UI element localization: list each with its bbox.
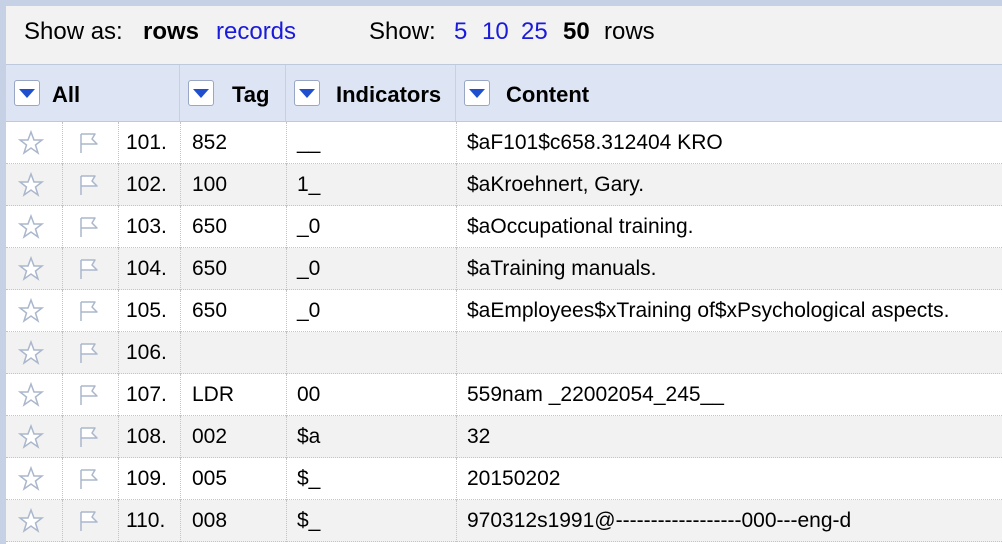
content-cell: $aOccupational training. xyxy=(467,215,694,238)
row-index: 102. xyxy=(126,173,167,196)
row-index: 101. xyxy=(126,131,167,154)
star-icon[interactable] xyxy=(18,214,44,240)
indicators-cell: _0 xyxy=(297,215,321,238)
star-icon[interactable] xyxy=(18,424,44,450)
flag-icon[interactable] xyxy=(76,340,102,366)
row-index: 106. xyxy=(126,341,167,364)
tag-cell: 100 xyxy=(192,173,228,196)
table-row: 105. 650 _0 $aEmployees$xTraining of$xPsych… xyxy=(6,290,1002,332)
content-cell: $aEmployees$xTraining of$xPsychological … xyxy=(467,299,950,322)
row-index: 109. xyxy=(126,467,167,490)
star-icon[interactable] xyxy=(18,130,44,156)
column-label-all: All xyxy=(52,82,81,107)
flag-icon[interactable] xyxy=(76,298,102,324)
page-size-25-link[interactable]: 25 xyxy=(521,20,548,44)
indicators-cell: _0 xyxy=(297,299,321,322)
column-header-all: All xyxy=(6,65,180,121)
flag-icon[interactable] xyxy=(76,424,102,450)
tag-cell: LDR xyxy=(192,383,235,406)
tag-cell: 650 xyxy=(192,299,228,322)
table-row: 110. 008 $_ 970312s1991@------------------0… xyxy=(6,500,1002,542)
table-row: 103. 650 _0 $aOccupational training. xyxy=(6,206,1002,248)
star-icon[interactable] xyxy=(18,508,44,534)
row-index: 108. xyxy=(126,425,167,448)
data-grid-panel: Show as: rows records Show: 5 10 25 50 r… xyxy=(0,0,1002,544)
flag-icon[interactable] xyxy=(76,172,102,198)
content-cell: $aF101$c658.312404 KRO xyxy=(467,131,723,154)
tag-cell: 650 xyxy=(192,215,228,238)
page-size-5-link[interactable]: 5 xyxy=(454,20,467,44)
flag-icon[interactable] xyxy=(76,466,102,492)
flag-icon[interactable] xyxy=(76,130,102,156)
content-cell: 32 xyxy=(467,425,491,448)
tag-dropdown-button[interactable] xyxy=(188,80,214,106)
row-index: 110. xyxy=(126,509,166,532)
star-icon[interactable] xyxy=(18,172,44,198)
show-label: Show: xyxy=(369,18,436,45)
page-size-10-link[interactable]: 10 xyxy=(482,20,509,44)
star-icon[interactable] xyxy=(18,340,44,366)
content-cell: 970312s1991@------------------000---eng-… xyxy=(467,509,852,532)
rows-suffix: rows xyxy=(604,18,655,45)
indicators-cell: $_ xyxy=(297,509,321,532)
column-label-tag: Tag xyxy=(232,82,270,107)
tag-cell: 852 xyxy=(192,131,228,154)
data-rows: 101. 852 __ $aF101$c658.312404 KRO 102. 100 1_… xyxy=(6,122,1002,542)
content-cell: 559nam _22002054_245__ xyxy=(467,383,724,406)
mode-records-link[interactable]: records xyxy=(216,20,296,44)
table-row: 107. LDR 00 559nam _22002054_245__ xyxy=(6,374,1002,416)
star-icon[interactable] xyxy=(18,256,44,282)
all-dropdown-button[interactable] xyxy=(14,80,40,106)
show-as-label: Show as: xyxy=(24,18,123,45)
page-size-50-selected: 50 xyxy=(563,18,590,45)
table-row: 102. 100 1_ $aKroehnert, Gary. xyxy=(6,164,1002,206)
star-icon[interactable] xyxy=(18,298,44,324)
indicators-dropdown-button[interactable] xyxy=(294,80,320,106)
indicators-cell: 00 xyxy=(297,383,321,406)
tag-cell: 005 xyxy=(192,467,228,490)
row-index: 104. xyxy=(126,257,167,280)
star-icon[interactable] xyxy=(18,466,44,492)
content-cell: $aKroehnert, Gary. xyxy=(467,173,645,196)
column-label-content: Content xyxy=(506,82,590,107)
indicators-cell: _0 xyxy=(297,257,321,280)
indicators-cell: $a xyxy=(297,425,321,448)
mode-rows-selected: rows xyxy=(143,18,200,45)
row-index: 103. xyxy=(126,215,167,238)
indicators-cell: $_ xyxy=(297,467,321,490)
row-index: 105. xyxy=(126,299,167,322)
star-icon[interactable] xyxy=(18,382,44,408)
table-row: 106. xyxy=(6,332,1002,374)
column-header-content: Content xyxy=(456,65,1002,121)
flag-icon[interactable] xyxy=(76,214,102,240)
content-dropdown-button[interactable] xyxy=(464,80,490,106)
column-label-indicators: Indicators xyxy=(336,82,442,107)
table-row: 109. 005 $_ 20150202 xyxy=(6,458,1002,500)
column-header-row: All Tag Indicators Content xyxy=(6,64,1002,122)
table-row: 108. 002 $a 32 xyxy=(6,416,1002,458)
indicators-cell: 1_ xyxy=(297,173,321,196)
content-cell: $aTraining manuals. xyxy=(467,257,657,280)
row-index: 107. xyxy=(126,383,167,406)
flag-icon[interactable] xyxy=(76,382,102,408)
table-row: 104. 650 _0 $aTraining manuals. xyxy=(6,248,1002,290)
column-header-tag: Tag xyxy=(180,65,286,121)
column-header-indicators: Indicators xyxy=(286,65,456,121)
indicators-cell: __ xyxy=(297,131,321,154)
tag-cell: 008 xyxy=(192,509,228,532)
flag-icon[interactable] xyxy=(76,508,102,534)
content-cell: 20150202 xyxy=(467,467,561,490)
flag-icon[interactable] xyxy=(76,256,102,282)
table-row: 101. 852 __ $aF101$c658.312404 KRO xyxy=(6,122,1002,164)
tag-cell: 002 xyxy=(192,425,228,448)
tag-cell: 650 xyxy=(192,257,228,280)
view-toolbar: Show as: rows records Show: 5 10 25 50 r… xyxy=(6,6,1002,64)
